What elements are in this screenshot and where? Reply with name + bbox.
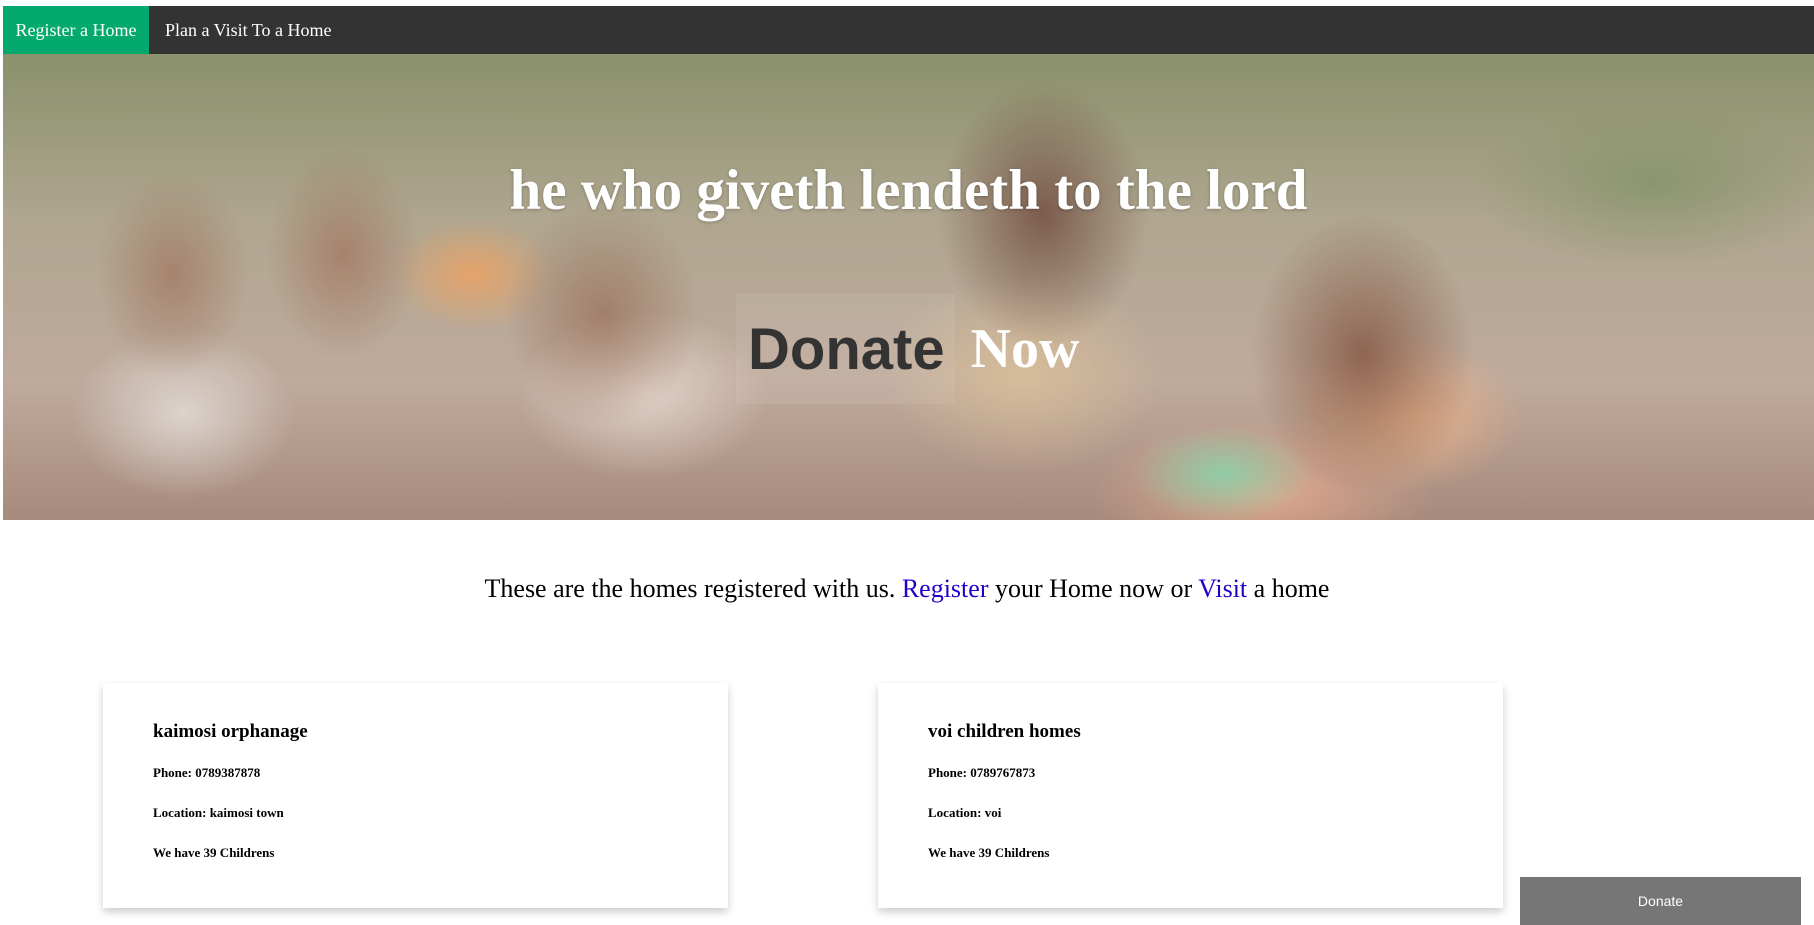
intro-text-middle: your Home now or (994, 574, 1193, 603)
hero-quote: he who giveth lendeth to the lord (509, 159, 1308, 222)
home-card: voi children homes Phone: 0789767873 Loc… (878, 683, 1503, 908)
home-card: kaimosi orphanage Phone: 0789387878 Loca… (103, 683, 728, 908)
donate-button[interactable]: Donate (1520, 877, 1801, 925)
nav-plan-visit[interactable]: Plan a Visit To a Home (149, 6, 347, 54)
top-navbar: Register a Home Plan a Visit To a Home (3, 6, 1814, 54)
hero-banner: he who giveth lendeth to the lord Donate… (3, 54, 1814, 520)
home-name: voi children homes (928, 721, 1081, 742)
home-phone: Phone: 0789387878 (153, 765, 261, 780)
home-children-count: We have 39 Childrens (928, 845, 1050, 860)
donate-now-now-text: Now (970, 318, 1080, 380)
home-phone: Phone: 0789767873 (928, 765, 1036, 780)
visit-link[interactable]: Visit (1198, 574, 1247, 603)
home-location: Location: kaimosi town (153, 805, 284, 820)
home-name: kaimosi orphanage (153, 721, 308, 742)
home-location: Location: voi (928, 805, 1002, 820)
page: Register a Home Plan a Visit To a Home h… (0, 0, 1814, 925)
home-children-count: We have 39 Childrens (153, 845, 275, 860)
register-link[interactable]: Register (902, 574, 989, 603)
donate-now-button[interactable]: Donate Now (736, 294, 1079, 404)
intro-text-after: a home (1253, 574, 1330, 603)
intro-text-before: These are the homes registered with us. (484, 574, 896, 603)
donate-now-donate-text[interactable]: Donate (736, 294, 955, 404)
nav-register-home[interactable]: Register a Home (3, 6, 149, 54)
hero-image (3, 54, 1814, 520)
intro-text: These are the homes registered with us. … (0, 574, 1814, 604)
